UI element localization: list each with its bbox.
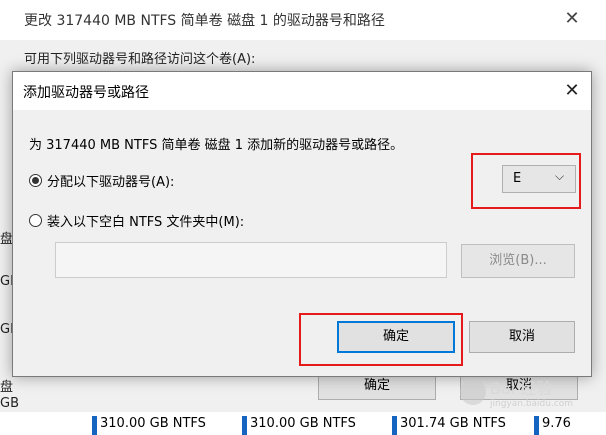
partition-color-bar [392,416,397,435]
dialog-titlebar: 添加驱动器号或路径 ✕ [13,72,591,110]
assign-drive-letter-radio[interactable] [29,174,42,187]
partition-label: 310.00 GB NTFS [250,416,356,431]
ok-button[interactable]: 确定 [337,321,455,353]
dialog-description: 为 317440 MB NTFS 简单卷 磁盘 1 添加新的驱动器号或路径。 [29,138,404,153]
background-size-label: GB [0,396,19,411]
partition-label: 9.76 [542,416,571,431]
background-close-icon[interactable]: ✕ [558,4,586,34]
partition-item[interactable]: 9.76 [534,416,571,435]
folder-path-input[interactable] [55,242,447,278]
dialog-title: 添加驱动器号或路径 [23,85,149,101]
partition-item[interactable]: 310.00 GB NTFS [92,416,206,435]
drive-letter-select[interactable]: E ⌵ [502,165,576,193]
assign-drive-letter-label: 分配以下驱动器号(A): [47,175,175,190]
mount-folder-option[interactable]: 装入以下空白 NTFS 文件夹中(M): [29,211,244,230]
close-icon[interactable]: ✕ [557,76,587,106]
chevron-down-icon: ⌵ [555,169,565,183]
background-dialog-title: 更改 317440 MB NTFS 简单卷 磁盘 1 的驱动器号和路径 [24,13,385,29]
partition-color-bar [534,416,539,435]
partition-label: 310.00 GB NTFS [100,416,206,431]
add-drive-letter-dialog: 添加驱动器号或路径 ✕ 为 317440 MB NTFS 简单卷 磁盘 1 添加… [12,71,592,377]
partition-label: 301.74 GB NTFS [400,416,506,431]
partition-color-bar [242,416,247,435]
background-disk-label: 盘 [0,380,14,395]
browse-button[interactable]: 浏览(B)... [461,244,575,278]
cancel-button[interactable]: 取消 [469,321,575,353]
partition-item[interactable]: 310.00 GB NTFS [242,416,356,435]
partition-item[interactable]: 301.74 GB NTFS [392,416,506,435]
mount-folder-label: 装入以下空白 NTFS 文件夹中(M): [47,215,245,230]
drive-letter-value: E [513,171,522,186]
mount-folder-radio[interactable] [29,214,42,227]
background-list-label: 可用下列驱动器号和路径访问这个卷(A): [24,52,256,67]
partition-color-bar [92,416,97,435]
assign-drive-letter-option[interactable]: 分配以下驱动器号(A): [29,171,174,190]
background-titlebar: 更改 317440 MB NTFS 简单卷 磁盘 1 的驱动器号和路径 ✕ [0,0,606,40]
